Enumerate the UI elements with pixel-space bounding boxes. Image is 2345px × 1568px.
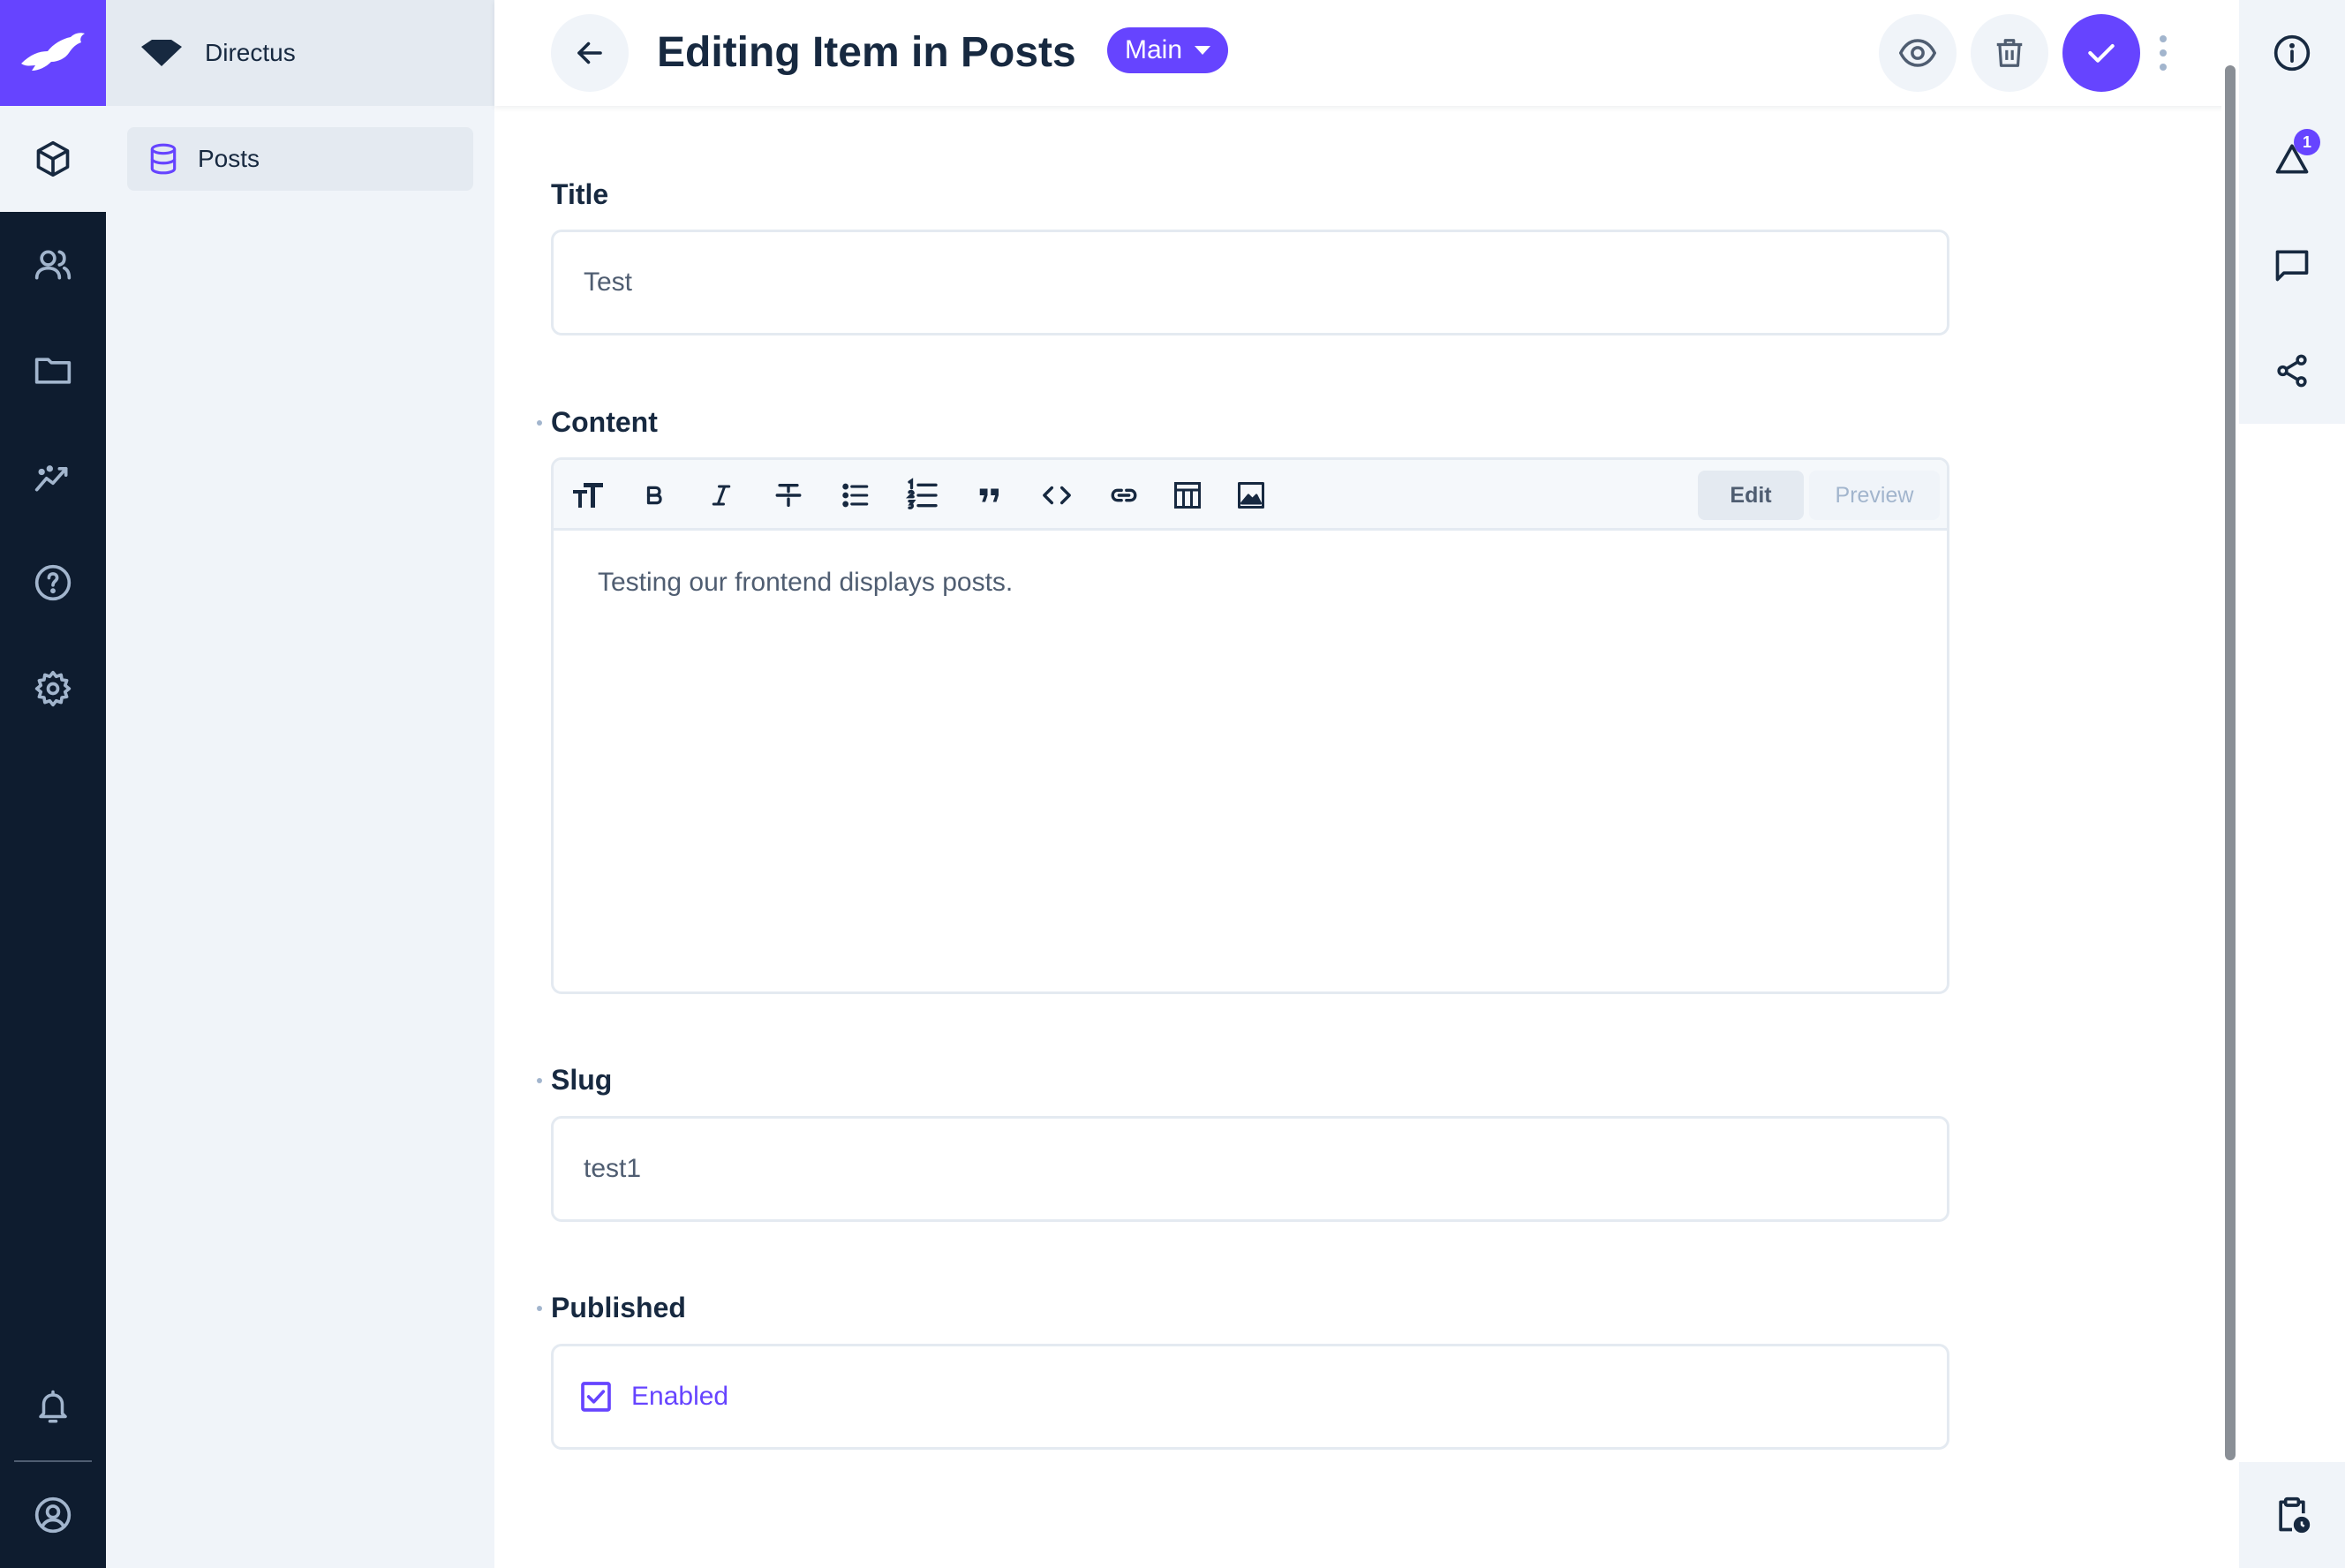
save-button[interactable] <box>2062 14 2140 92</box>
info-icon[interactable] <box>2239 0 2345 106</box>
sidebar-footer <box>2239 1462 2345 1568</box>
revisions-count-badge: 1 <box>2294 129 2320 155</box>
field-dot <box>537 1078 542 1083</box>
preview-mode-button[interactable]: Preview <box>1809 471 1940 520</box>
checkbox-checked-icon[interactable] <box>578 1379 614 1414</box>
caret-down-icon <box>1195 46 1211 55</box>
scrollbar-thumb[interactable] <box>2225 65 2236 1460</box>
sidebar-panel: 1 <box>2239 0 2345 424</box>
heading-icon[interactable] <box>571 478 607 513</box>
strikethrough-icon[interactable] <box>771 478 806 513</box>
published-field-label: Published <box>551 1292 686 1323</box>
nav-item-posts[interactable]: Posts <box>127 127 473 191</box>
blockquote-icon[interactable] <box>972 478 1007 513</box>
comments-icon[interactable] <box>2239 212 2345 318</box>
link-icon[interactable] <box>1106 478 1142 513</box>
arrow-left-icon <box>577 41 602 64</box>
project-logo-icon <box>141 40 182 66</box>
clipboard-clock-icon[interactable] <box>2239 1462 2345 1568</box>
numbered-list-icon[interactable] <box>905 478 940 513</box>
image-icon[interactable] <box>1233 478 1269 513</box>
trash-icon <box>1996 39 2023 67</box>
back-button[interactable] <box>551 14 629 92</box>
share-icon[interactable] <box>2239 318 2345 424</box>
title-field-label: Title <box>551 178 609 210</box>
editor-toolbar: Edit Preview <box>554 460 1947 531</box>
delete-button[interactable] <box>1971 14 2048 92</box>
help-module-icon[interactable] <box>0 530 106 636</box>
content-module-icon[interactable] <box>0 106 106 212</box>
table-icon[interactable] <box>1170 478 1205 513</box>
slug-input[interactable]: test1 <box>551 1116 1949 1222</box>
check-icon <box>2088 44 2115 63</box>
revisions-icon[interactable]: 1 <box>2239 106 2345 212</box>
nav-item-label: Posts <box>198 145 260 172</box>
published-checkbox[interactable]: Enabled <box>551 1344 1949 1450</box>
markdown-editor: Edit Preview Testing our frontend displa… <box>551 457 1949 994</box>
directus-logo[interactable] <box>0 0 106 106</box>
user-avatar-icon[interactable] <box>0 1462 106 1568</box>
settings-module-icon[interactable] <box>0 636 106 742</box>
bold-icon[interactable] <box>637 478 672 513</box>
slug-field-label: Slug <box>551 1064 613 1096</box>
edit-mode-button[interactable]: Edit <box>1698 471 1804 520</box>
page-title: Editing Item in Posts <box>657 29 1076 76</box>
title-input[interactable]: Test <box>551 230 1949 335</box>
eye-icon <box>1899 39 1936 67</box>
bullet-list-icon[interactable] <box>838 478 873 513</box>
notifications-bell-icon[interactable] <box>0 1354 106 1460</box>
content-field-label: Content <box>551 406 658 438</box>
version-label: Main <box>1125 35 1183 64</box>
database-icon <box>150 143 177 175</box>
right-sidebar: 1 <box>2239 0 2345 1568</box>
code-icon[interactable] <box>1039 478 1074 513</box>
version-dropdown[interactable]: Main <box>1107 27 1229 73</box>
checkbox-label: Enabled <box>631 1382 729 1411</box>
header-bar: Editing Item in Posts Main <box>494 0 2239 106</box>
preview-button[interactable] <box>1879 14 1957 92</box>
module-bar <box>0 0 106 1568</box>
project-switcher[interactable]: Directus <box>106 0 494 106</box>
italic-icon[interactable] <box>704 478 739 513</box>
project-name: Directus <box>205 39 296 66</box>
field-dot <box>537 1306 542 1311</box>
files-module-icon[interactable] <box>0 318 106 424</box>
insights-module-icon[interactable] <box>0 424 106 530</box>
navigation-panel: Directus Posts <box>106 0 494 1568</box>
field-dot <box>537 420 542 426</box>
rabbit-logo-icon <box>21 33 85 71</box>
more-options-icon[interactable] <box>2154 35 2172 71</box>
editor-content[interactable]: Testing our frontend displays posts. <box>554 531 1947 635</box>
users-module-icon[interactable] <box>0 212 106 318</box>
